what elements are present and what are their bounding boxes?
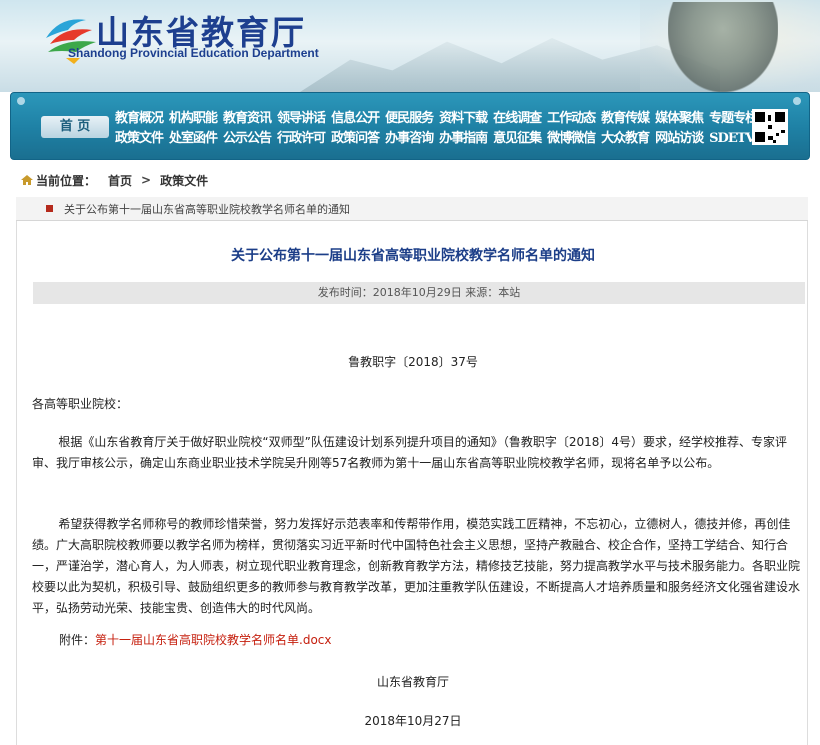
document-number: 鲁教职字〔2018〕37号 bbox=[348, 355, 478, 369]
statue-image bbox=[668, 2, 778, 92]
nav-item[interactable]: 机构职能 bbox=[169, 109, 218, 128]
breadcrumb-home-link[interactable]: 首页 bbox=[108, 172, 132, 189]
article-tab: 关于公布第十一届山东省高等职业院校教学名师名单的通知 bbox=[16, 197, 808, 221]
nav-item[interactable]: 工作动态 bbox=[547, 109, 596, 128]
nav-item[interactable]: 教育概况 bbox=[115, 109, 164, 128]
nav-item[interactable]: 行政许可 bbox=[277, 129, 326, 148]
article-content: 关于公布第十一届山东省高等职业院校教学名师名单的通知 发布时间：2018年10月… bbox=[16, 221, 808, 745]
nav-item[interactable]: 媒体聚焦 bbox=[655, 109, 704, 128]
nav-item[interactable]: 政策文件 bbox=[115, 129, 164, 148]
breadcrumb: 当前位置： 首页 > 政策文件 bbox=[20, 171, 208, 189]
attachment-label: 附件： bbox=[59, 633, 96, 647]
attachment: 附件：第十一届山东省高职院校教学名师名单.docx bbox=[59, 631, 332, 648]
nav-item[interactable]: 教育传媒 bbox=[601, 109, 650, 128]
breadcrumb-label: 当前位置： bbox=[36, 173, 97, 188]
paragraph: 根据《山东省教育厅关于做好职业院校“双师型”队伍建设计划系列提升项目的通知》（鲁… bbox=[32, 435, 788, 470]
home-button[interactable]: 首 页 bbox=[41, 116, 109, 138]
nav-item[interactable]: 意见征集 bbox=[493, 129, 542, 148]
article-title: 关于公布第十一届山东省高等职业院校教学名师名单的通知 bbox=[231, 248, 595, 264]
nav-item[interactable]: 办事咨询 bbox=[385, 129, 434, 148]
nav-links: 教育概况 机构职能 教育资讯 领导讲话 信息公开 便民服务 资料下载 在线调查 工作动态 教育传媒… bbox=[115, 109, 780, 149]
signature: 山东省教育厅 bbox=[376, 675, 449, 689]
nav-item[interactable]: 领导讲话 bbox=[277, 109, 326, 128]
nav-item[interactable]: 处室函件 bbox=[169, 129, 218, 148]
nav-item[interactable]: 网站访谈 bbox=[655, 129, 704, 148]
nav-item[interactable]: 大众教育 bbox=[601, 129, 650, 148]
home-icon bbox=[21, 175, 33, 185]
breadcrumb-current-link[interactable]: 政策文件 bbox=[160, 172, 208, 189]
breadcrumb-separator: > bbox=[141, 173, 152, 187]
nav-item[interactable]: 资料下载 bbox=[439, 109, 488, 128]
paragraph: 希望获得教学名师称号的教师珍惜荣誉，努力发挥好示范表率和传帮带作用，模范实践工匠… bbox=[32, 517, 801, 615]
nav-item[interactable]: 在线调查 bbox=[493, 109, 542, 128]
nav-item[interactable]: 政策问答 bbox=[331, 129, 380, 148]
article-meta: 发布时间：2018年10月29日 来源：本站 bbox=[33, 282, 805, 304]
nav-item[interactable]: 微博微信 bbox=[547, 129, 596, 148]
nav-row-top: 教育概况 机构职能 教育资讯 领导讲话 信息公开 便民服务 资料下载 在线调查 工作动态 教育传媒… bbox=[115, 109, 758, 128]
main-nav: 首 页 教育概况 机构职能 教育资讯 领导讲话 信息公开 便民服务 资料下载 在线调查 工作动态… bbox=[10, 92, 810, 160]
attachment-link[interactable]: 第十一届山东省高职院校教学名师名单.docx bbox=[95, 633, 331, 647]
nav-item[interactable]: 便民服务 bbox=[385, 109, 434, 128]
nav-item[interactable]: 专题专栏 bbox=[709, 109, 758, 128]
addressee: 各高等职业院校： bbox=[32, 397, 129, 411]
nav-row-bottom: 政策文件 处室函件 公示公告 行政许可 政策问答 办事咨询 办事指南 意见征集 微博微信 大众教育… bbox=[115, 129, 780, 148]
article-tab-label: 关于公布第十一届山东省高等职业院校教学名师名单的通知 bbox=[64, 203, 350, 216]
site-subtitle: Shandong Provincial Education Department bbox=[68, 46, 319, 60]
document-date: 2018年10月27日 bbox=[364, 714, 462, 728]
nav-item[interactable]: 教育资讯 bbox=[223, 109, 272, 128]
nav-item[interactable]: 信息公开 bbox=[331, 109, 380, 128]
pin-decoration bbox=[17, 97, 25, 105]
bullet-square-icon bbox=[46, 205, 53, 212]
nav-item[interactable]: 公示公告 bbox=[223, 129, 272, 148]
header-banner: 山东省教育厅 Shandong Provincial Education Dep… bbox=[0, 0, 820, 92]
nav-item[interactable]: 办事指南 bbox=[439, 129, 488, 148]
qr-code-icon[interactable] bbox=[752, 109, 788, 145]
pin-decoration bbox=[793, 97, 801, 105]
